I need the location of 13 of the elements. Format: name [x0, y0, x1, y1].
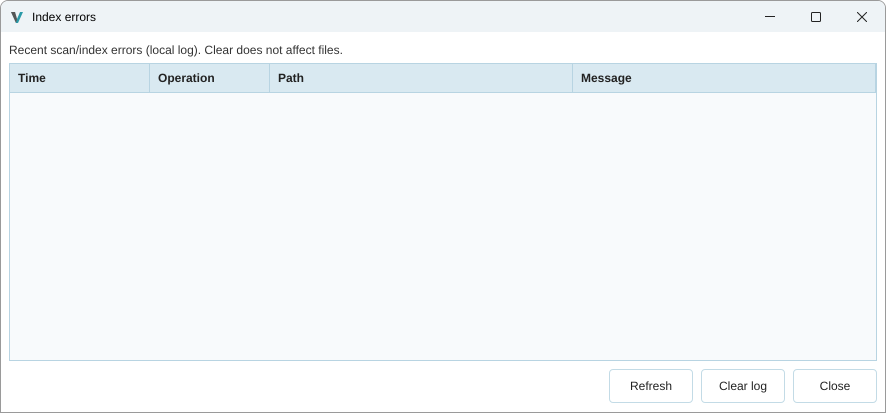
- close-icon: [857, 12, 867, 22]
- column-header[interactable]: Message: [573, 64, 876, 92]
- column-header[interactable]: Operation: [150, 64, 270, 92]
- window-title: Index errors: [32, 8, 96, 26]
- app-logo-icon: [10, 10, 24, 24]
- column-header[interactable]: Time: [10, 64, 150, 92]
- dialog-button[interactable]: Close: [793, 369, 877, 403]
- dialog-button[interactable]: Refresh: [609, 369, 693, 403]
- maximize-icon: [811, 12, 821, 22]
- dialog-button[interactable]: Clear log: [701, 369, 785, 403]
- minimize-icon: [765, 16, 775, 17]
- column-header[interactable]: Path: [270, 64, 573, 92]
- description-text: Recent scan/index errors (local log). Clear does not affect files.: [9, 43, 343, 57]
